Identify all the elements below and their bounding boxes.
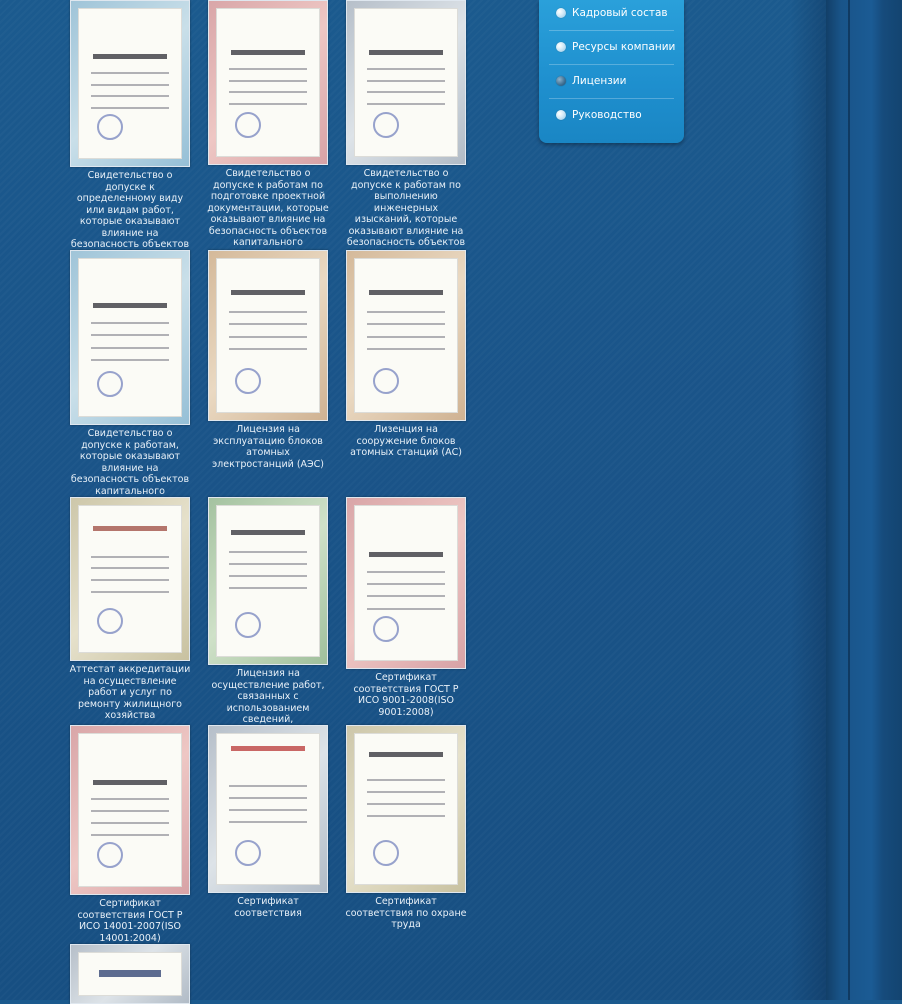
certificate-heading bbox=[369, 289, 443, 295]
certificate-thumbnail[interactable] bbox=[346, 497, 466, 669]
bullet-icon bbox=[556, 42, 566, 52]
certificate-page bbox=[354, 733, 458, 885]
content-shadow bbox=[790, 0, 826, 1000]
certificate-page bbox=[216, 8, 320, 157]
certificate-thumbnail[interactable] bbox=[70, 944, 190, 1004]
menu-item-management[interactable]: Руководство bbox=[539, 98, 684, 132]
certificate-heading bbox=[93, 779, 167, 785]
certificate-heading bbox=[93, 53, 167, 59]
certificate-thumbnail[interactable] bbox=[208, 725, 328, 893]
certificate-page bbox=[78, 8, 182, 159]
menu-item-resources[interactable]: Ресурсы компании bbox=[539, 30, 684, 64]
certificate-thumbnail[interactable] bbox=[70, 725, 190, 895]
bullet-icon bbox=[556, 110, 566, 120]
certificate-heading bbox=[369, 752, 443, 757]
stamp-icon bbox=[97, 371, 124, 398]
certificate-page bbox=[78, 505, 182, 653]
stamp-icon bbox=[97, 114, 124, 141]
gallery-item[interactable]: Сертификат соответствия по охране труда bbox=[344, 725, 468, 931]
stamp-icon bbox=[235, 112, 262, 139]
gallery-item[interactable]: Сертификат соответствия bbox=[206, 725, 330, 919]
stamp-icon bbox=[97, 608, 124, 635]
certificate-thumbnail[interactable] bbox=[346, 725, 466, 893]
stamp-icon bbox=[373, 367, 400, 394]
item-caption: Лизенция на сооружение блоков атомных ст… bbox=[350, 424, 462, 458]
certificate-heading bbox=[369, 552, 443, 558]
gallery-item[interactable]: Аттестат аккредитации на осуществление р… bbox=[68, 497, 192, 722]
certificate-page bbox=[354, 258, 458, 413]
certificate-thumbnail[interactable] bbox=[70, 250, 190, 425]
item-caption: Сертификат соответствия ГОСТ Р ИСО 9001-… bbox=[353, 672, 459, 718]
sidebar-menu: Кадровый состав Ресурсы компании Лицензи… bbox=[539, 0, 684, 143]
stamp-icon bbox=[97, 841, 124, 868]
menu-item-label: Руководство bbox=[572, 109, 642, 121]
menu-item-label: Ресурсы компании bbox=[572, 41, 676, 53]
licenses-gallery: Свидетельство о допуске к определенному … bbox=[0, 0, 480, 1004]
certificate-thumbnail[interactable] bbox=[346, 0, 466, 165]
gallery-item[interactable]: Свидетельство о допуске к работам, котор… bbox=[68, 250, 192, 509]
certificate-thumbnail[interactable] bbox=[208, 250, 328, 421]
item-caption: Свидетельство о допуске к работам по под… bbox=[207, 168, 329, 260]
menu-item-licenses[interactable]: Лицензии bbox=[539, 64, 684, 98]
certificate-thumbnail[interactable] bbox=[70, 497, 190, 661]
gallery-item[interactable]: Свидетельство о допуске к работам по вып… bbox=[344, 0, 468, 272]
certificate-thumbnail[interactable] bbox=[208, 497, 328, 665]
stamp-icon bbox=[373, 112, 400, 139]
certificate-page bbox=[78, 733, 182, 887]
gallery-item[interactable] bbox=[68, 944, 192, 1004]
stamp-icon bbox=[235, 367, 262, 394]
gallery-item[interactable]: Сертификат соответствия ГОСТ Р ИСО 14001… bbox=[68, 725, 192, 944]
certificate-page bbox=[78, 258, 182, 417]
stamp-icon bbox=[373, 840, 400, 866]
gallery-item[interactable]: Лицензия на осуществление работ, связанн… bbox=[206, 497, 330, 749]
menu-item-label: Кадровый состав bbox=[572, 7, 668, 19]
bullet-icon bbox=[556, 8, 566, 18]
item-caption: Сертификат соответствия ГОСТ Р ИСО 14001… bbox=[77, 898, 183, 944]
stamp-icon bbox=[235, 612, 262, 638]
certificate-heading bbox=[99, 969, 161, 977]
certificate-heading bbox=[231, 289, 305, 295]
certificate-page bbox=[216, 505, 320, 657]
stamp-icon bbox=[235, 840, 262, 866]
gallery-item[interactable]: Сертификат соответствия ГОСТ Р ИСО 9001-… bbox=[344, 497, 468, 718]
gallery-item[interactable]: Свидетельство о допуске к работам по под… bbox=[206, 0, 330, 260]
certificate-page bbox=[354, 505, 458, 661]
item-caption: Аттестат аккредитации на осуществление р… bbox=[69, 664, 191, 721]
stamp-icon bbox=[373, 615, 400, 642]
menu-item-staff[interactable]: Кадровый состав bbox=[539, 0, 684, 30]
item-caption: Сертификат соответствия bbox=[234, 896, 302, 919]
certificate-page bbox=[216, 733, 320, 885]
certificate-heading bbox=[231, 50, 305, 56]
bullet-icon-active bbox=[556, 76, 566, 86]
right-side-panel bbox=[826, 0, 902, 1000]
item-caption: Сертификат соответствия по охране труда bbox=[345, 896, 467, 930]
certificate-thumbnail[interactable] bbox=[208, 0, 328, 165]
certificate-heading bbox=[369, 50, 443, 56]
gallery-item[interactable]: Лицензия на эксплуатацию блоков атомных … bbox=[206, 250, 330, 470]
certificate-heading bbox=[231, 746, 305, 751]
certificate-heading bbox=[93, 302, 167, 308]
certificate-heading bbox=[93, 526, 167, 532]
gallery-item[interactable]: Свидетельство о допуске к определенному … bbox=[68, 0, 192, 274]
certificate-page bbox=[354, 8, 458, 157]
certificate-page bbox=[78, 952, 182, 996]
item-caption: Лицензия на эксплуатацию блоков атомных … bbox=[211, 424, 325, 470]
gallery-item[interactable]: Лизенция на сооружение блоков атомных ст… bbox=[344, 250, 468, 459]
certificate-page bbox=[216, 258, 320, 413]
menu-item-label: Лицензии bbox=[572, 75, 627, 87]
certificate-heading bbox=[231, 530, 305, 535]
certificate-thumbnail[interactable] bbox=[70, 0, 190, 167]
certificate-thumbnail[interactable] bbox=[346, 250, 466, 421]
